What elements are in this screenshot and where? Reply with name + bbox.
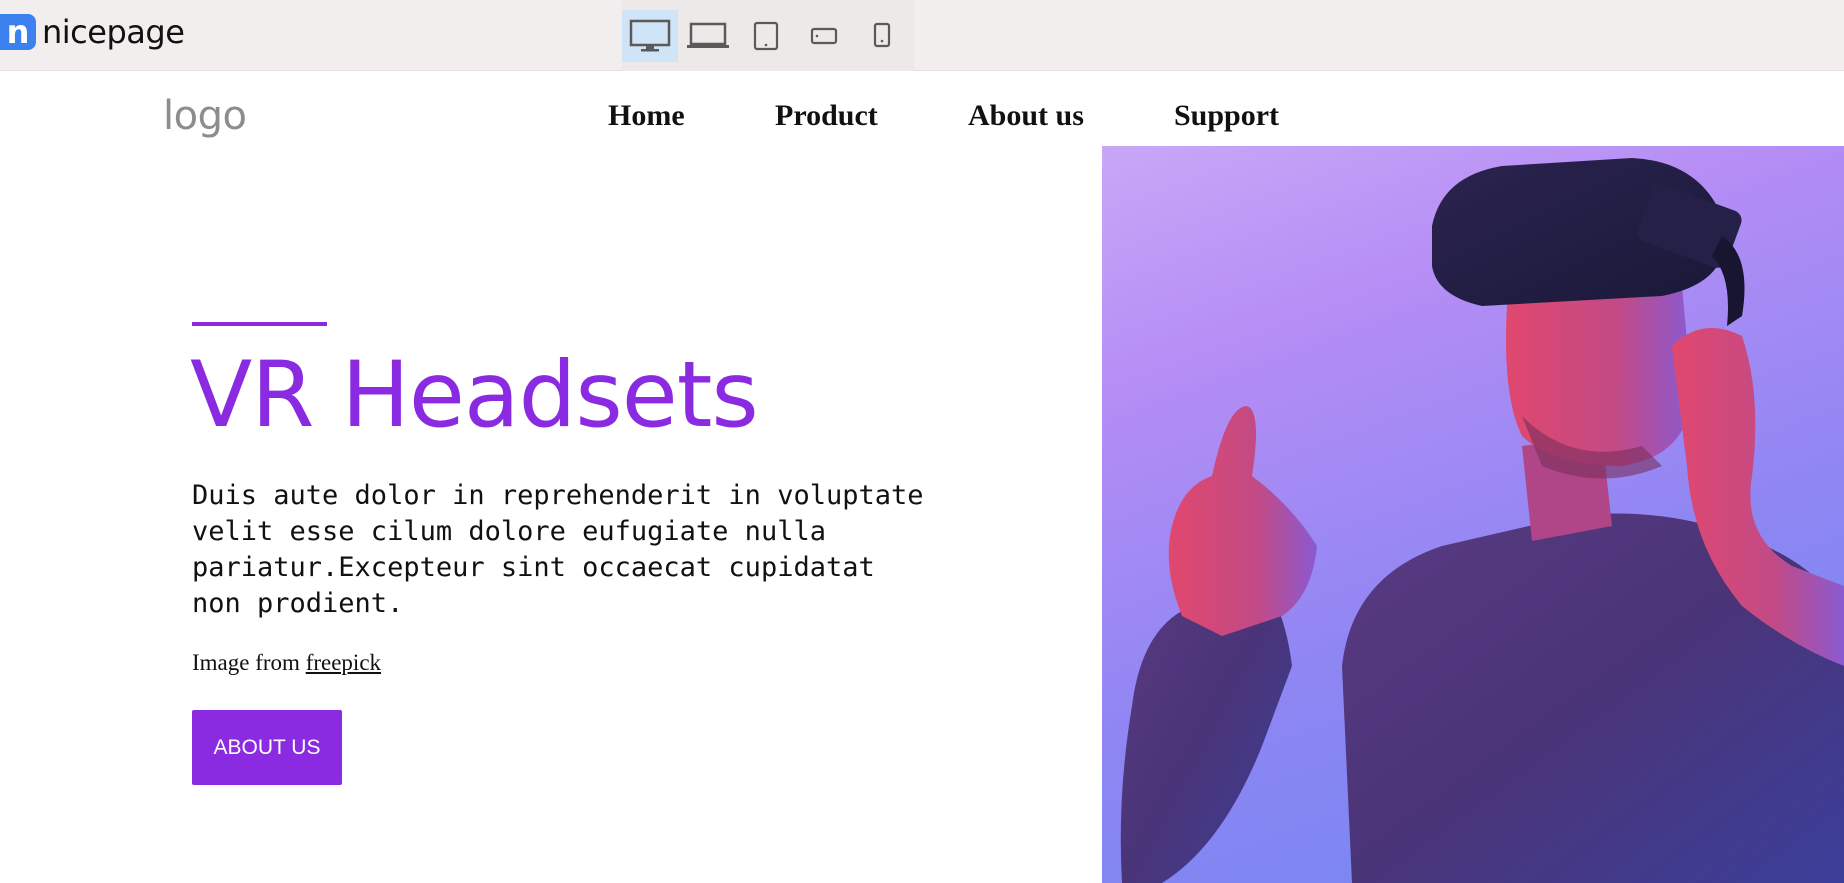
device-phone-landscape-button[interactable] [796, 10, 852, 62]
device-phone-portrait-button[interactable] [854, 10, 910, 62]
laptop-icon [687, 22, 729, 48]
brand[interactable]: n nicepage [0, 12, 185, 52]
image-credit-prefix: Image from [192, 650, 300, 675]
editor-toolbar: n nicepage [0, 0, 1844, 71]
vr-user-illustration [1120, 158, 1844, 883]
site-header: logo Home Product About us Support [0, 71, 1844, 146]
hero-image [1102, 146, 1844, 883]
phone-landscape-icon [810, 27, 838, 44]
brand-name: nicepage [42, 13, 185, 51]
desktop-icon [629, 19, 671, 51]
headline-accent-line [192, 322, 327, 326]
nav-item-support[interactable]: Support [1174, 99, 1279, 133]
device-laptop-button[interactable] [680, 10, 736, 62]
device-desktop-button[interactable] [622, 9, 678, 62]
phone-portrait-icon [873, 22, 891, 47]
hero-body-text: Duis aute dolor in reprehenderit in volu… [192, 480, 924, 619]
about-us-button[interactable]: ABOUT US [192, 710, 342, 785]
tablet-icon [753, 21, 779, 50]
nav-item-home[interactable]: Home [608, 99, 685, 133]
image-credit: Image from freepick [192, 650, 381, 676]
device-tablet-button[interactable] [738, 10, 794, 62]
nav-item-product[interactable]: Product [775, 99, 878, 133]
device-preview-switcher [622, 0, 914, 71]
image-credit-link[interactable]: freepick [306, 650, 381, 675]
site-logo[interactable]: logo [163, 93, 247, 139]
nicepage-logo-icon: n [0, 14, 36, 50]
hero-headline: VR Headsets [190, 343, 759, 448]
nav-item-about-us[interactable]: About us [968, 99, 1084, 133]
